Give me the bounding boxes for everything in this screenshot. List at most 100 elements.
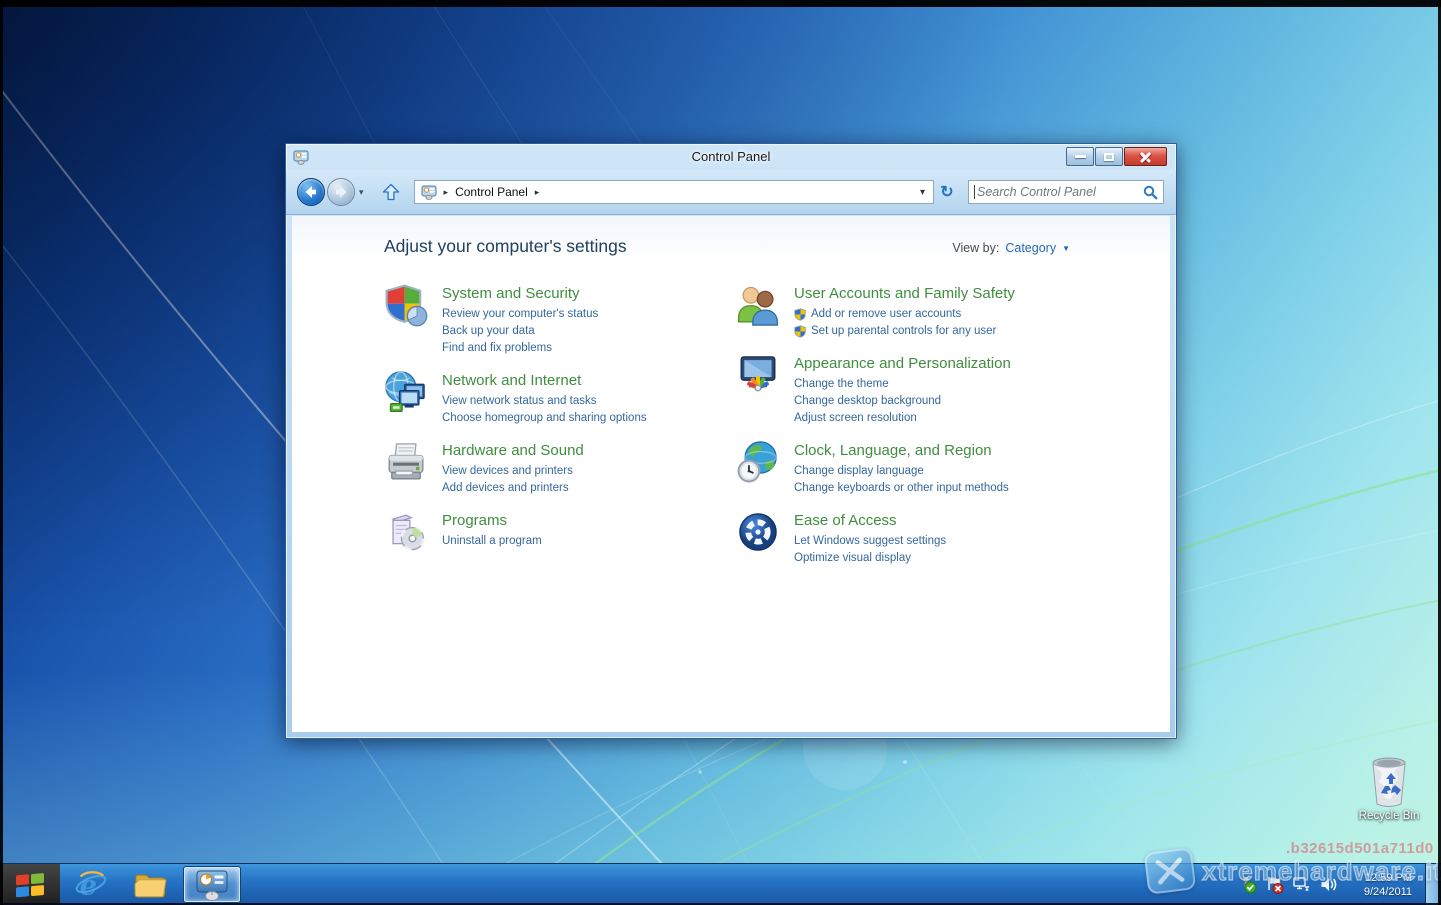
address-bar[interactable]: ▸ Control Panel ▸ ▾ xyxy=(414,180,934,204)
forward-button[interactable] xyxy=(327,178,355,206)
view-by-label: View by: xyxy=(952,241,999,255)
link-back-up-data[interactable]: Back up your data xyxy=(442,323,598,340)
programs-icon[interactable] xyxy=(384,510,428,554)
link-review-computer-status[interactable]: Review your computer's status xyxy=(442,306,598,323)
link-add-remove-user-accounts[interactable]: Add or remove user accounts xyxy=(794,306,1015,323)
user-accounts-icon[interactable] xyxy=(736,283,780,327)
category-ease-of-access: Ease of Access Let Windows suggest setti… xyxy=(736,510,1096,567)
internet-explorer-icon: e xyxy=(73,868,109,902)
link-view-devices-printers[interactable]: View devices and printers xyxy=(442,463,584,480)
windows-logo-icon xyxy=(15,872,45,898)
minimize-button[interactable] xyxy=(1066,147,1094,166)
up-button[interactable] xyxy=(378,179,404,205)
link-change-desktop-background[interactable]: Change desktop background xyxy=(794,393,1011,410)
category-title-ease-of-access[interactable]: Ease of Access xyxy=(794,512,946,529)
category-title-hardware-and-sound[interactable]: Hardware and Sound xyxy=(442,442,584,459)
control-panel-window: Control Panel ▾ xyxy=(285,143,1177,739)
network-internet-icon[interactable] xyxy=(384,370,428,414)
window-title: Control Panel xyxy=(286,149,1176,164)
taskbar-control-panel[interactable] xyxy=(184,867,240,902)
system-security-icon[interactable] xyxy=(384,283,428,327)
search-box[interactable] xyxy=(968,180,1164,204)
link-windows-suggest-settings[interactable]: Let Windows suggest settings xyxy=(794,533,946,550)
back-button[interactable] xyxy=(297,178,325,206)
address-location-icon xyxy=(421,184,437,200)
recycle-bin[interactable]: Recycle Bin xyxy=(1350,755,1428,822)
category-system-and-security: System and Security Review your computer… xyxy=(384,283,736,357)
forward-arrow-icon xyxy=(333,184,349,200)
link-uninstall-program[interactable]: Uninstall a program xyxy=(442,533,542,550)
volume-tray-icon[interactable] xyxy=(1319,875,1338,894)
taskbar-file-explorer[interactable] xyxy=(122,864,178,905)
control-panel-icon xyxy=(193,867,231,903)
desktop: Recycle Bin .b32615d501a711d0 Control Pa… xyxy=(0,0,1441,905)
clock-language-region-icon[interactable] xyxy=(736,440,780,484)
category-network-and-internet: Network and Internet View network status… xyxy=(384,370,736,427)
content-header: Adjust your computer's settings View by:… xyxy=(292,216,1170,257)
link-parental-controls[interactable]: Set up parental controls for any user xyxy=(794,323,1015,340)
maximize-button[interactable] xyxy=(1095,147,1123,166)
caption-buttons xyxy=(1066,147,1167,166)
address-dropdown-icon[interactable]: ▾ xyxy=(918,187,927,198)
view-by-value[interactable]: Category xyxy=(1005,241,1056,255)
link-adjust-screen-resolution[interactable]: Adjust screen resolution xyxy=(794,410,1011,427)
taskbar: e xyxy=(0,863,1441,905)
category-columns: System and Security Review your computer… xyxy=(292,283,1170,580)
breadcrumb-arrow-icon[interactable]: ▸ xyxy=(444,187,449,198)
window-content: Adjust your computer's settings View by:… xyxy=(292,216,1170,732)
ease-of-access-icon[interactable] xyxy=(736,510,780,554)
close-icon xyxy=(1139,150,1152,163)
appearance-personalization-icon[interactable] xyxy=(736,353,780,397)
close-button[interactable] xyxy=(1124,147,1167,166)
taskbar-clock[interactable]: 12:59 PM 9/24/2011 xyxy=(1348,871,1412,899)
category-hardware-and-sound: Hardware and Sound View devices and prin… xyxy=(384,440,736,497)
category-clock-language-region: Clock, Language, and Region Change displ… xyxy=(736,440,1096,497)
titlebar[interactable]: Control Panel xyxy=(286,144,1176,170)
usb-device-tray-icon[interactable] xyxy=(1238,875,1257,894)
category-title-network-and-internet[interactable]: Network and Internet xyxy=(442,372,647,389)
maximize-icon xyxy=(1104,153,1114,161)
view-by-control: View by: Category ▼ xyxy=(952,241,1070,255)
category-title-system-and-security[interactable]: System and Security xyxy=(442,285,598,302)
right-column: User Accounts and Family Safety xyxy=(736,283,1096,580)
clock-date: 9/24/2011 xyxy=(1348,885,1412,899)
search-input[interactable] xyxy=(977,185,1143,199)
taskbar-internet-explorer[interactable]: e xyxy=(63,864,119,905)
link-optimize-visual-display[interactable]: Optimize visual display xyxy=(794,550,946,567)
network-tray-icon[interactable] xyxy=(1292,875,1311,894)
text-cursor xyxy=(974,185,975,199)
minimize-icon xyxy=(1075,155,1086,158)
link-change-theme[interactable]: Change the theme xyxy=(794,376,1011,393)
refresh-button[interactable]: ↻ xyxy=(934,180,960,204)
link-homegroup-sharing[interactable]: Choose homegroup and sharing options xyxy=(442,410,647,427)
start-button[interactable] xyxy=(0,864,60,905)
page-title: Adjust your computer's settings xyxy=(384,236,627,257)
link-find-fix-problems[interactable]: Find and fix problems xyxy=(442,340,598,357)
show-desktop-button[interactable] xyxy=(1425,864,1438,905)
action-center-flag-tray-icon[interactable] xyxy=(1265,875,1284,894)
link-change-keyboards[interactable]: Change keyboards or other input methods xyxy=(794,480,1009,497)
recycle-bin-icon xyxy=(1366,755,1412,809)
view-by-caret-icon[interactable]: ▼ xyxy=(1062,244,1070,253)
recent-pages-chevron[interactable]: ▾ xyxy=(359,187,364,198)
clock-time: 12:59 PM xyxy=(1348,871,1412,885)
category-programs: Programs Uninstall a program xyxy=(384,510,736,554)
hardware-sound-icon[interactable] xyxy=(384,440,428,484)
back-arrow-icon xyxy=(303,184,319,200)
category-title-user-accounts[interactable]: User Accounts and Family Safety xyxy=(794,285,1015,302)
breadcrumb-control-panel[interactable]: Control Panel xyxy=(455,185,528,199)
link-view-network-status[interactable]: View network status and tasks xyxy=(442,393,647,410)
category-appearance: Appearance and Personalization Change th… xyxy=(736,353,1096,427)
search-icon[interactable] xyxy=(1143,185,1158,200)
link-add-devices-printers[interactable]: Add devices and printers xyxy=(442,480,584,497)
left-column: System and Security Review your computer… xyxy=(384,283,736,580)
category-title-appearance[interactable]: Appearance and Personalization xyxy=(794,355,1011,372)
build-watermark: .b32615d501a711d0 xyxy=(1286,840,1441,857)
uac-shield-icon xyxy=(794,325,807,338)
refresh-icon: ↻ xyxy=(940,182,953,202)
category-title-clock-language-region[interactable]: Clock, Language, and Region xyxy=(794,442,1009,459)
breadcrumb-arrow-icon[interactable]: ▸ xyxy=(535,187,540,198)
category-title-programs[interactable]: Programs xyxy=(442,512,542,529)
uac-shield-icon xyxy=(794,308,807,321)
link-change-display-language[interactable]: Change display language xyxy=(794,463,1009,480)
